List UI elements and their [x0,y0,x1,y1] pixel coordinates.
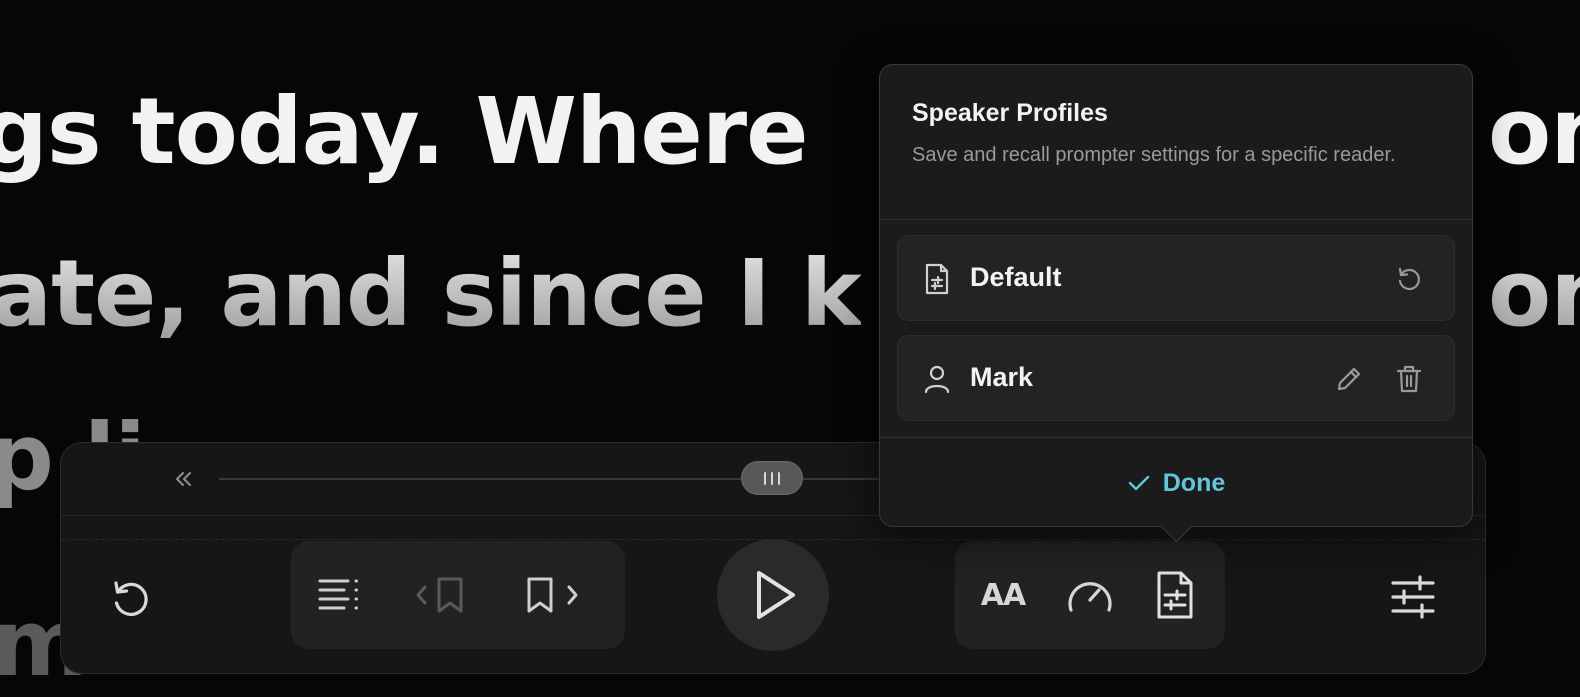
bookmark-previous-icon [416,577,463,613]
prompter-line-1: gs today. Where [0,78,809,185]
document-settings-icon [1157,571,1193,619]
settings-group: AA [955,541,1225,649]
font-size-button[interactable]: AA [975,569,1031,621]
pencil-icon [1337,367,1361,391]
user-icon [924,365,950,394]
edit-profile-button[interactable] [1332,362,1366,396]
font-size-icon: AA [980,577,1026,613]
restart-icon [114,581,148,616]
next-bookmark-button[interactable] [519,569,589,621]
bookmark-next-icon [527,577,578,613]
navigation-group [291,541,625,649]
speaker-profiles-button[interactable] [1147,565,1203,625]
prompter-line-2-right: on [1488,240,1580,347]
sliders-icon [1391,575,1435,619]
profile-item-mark[interactable]: Mark [897,335,1455,421]
outline-button[interactable] [311,569,367,621]
done-button[interactable]: Done [880,438,1472,528]
popover-footer: Done [880,437,1472,528]
rewind-to-start-icon[interactable] [169,465,197,493]
profile-name: Mark [970,362,1034,392]
delete-profile-button[interactable] [1392,362,1426,396]
trash-icon [1396,365,1422,393]
profile-item-default[interactable]: Default [897,235,1455,321]
checkmark-icon [1128,475,1149,491]
popover-description: Save and recall prompter settings for a … [912,144,1396,166]
prompter-line-2: ate, and since I k [0,240,862,347]
adjustments-button[interactable] [1385,571,1441,623]
play-icon [757,571,795,619]
list-icon [318,579,358,610]
popover-header: Speaker Profiles Save and recall prompte… [880,65,1472,220]
speedometer-icon [1068,582,1112,612]
speed-button[interactable] [1059,569,1121,621]
play-button[interactable] [717,539,829,651]
reset-icon [1398,267,1420,291]
restart-button[interactable] [105,573,157,625]
speaker-profiles-popover: Speaker Profiles Save and recall prompte… [879,64,1473,543]
document-icon [925,263,949,295]
prompter-line-1-right: on [1488,78,1580,185]
popover-title: Speaker Profiles [912,99,1108,127]
previous-bookmark-button[interactable] [411,569,477,621]
reset-profile-button[interactable] [1392,262,1426,296]
scroll-handle[interactable] [741,461,803,495]
done-label: Done [1162,468,1226,497]
profile-name: Default [970,262,1062,292]
